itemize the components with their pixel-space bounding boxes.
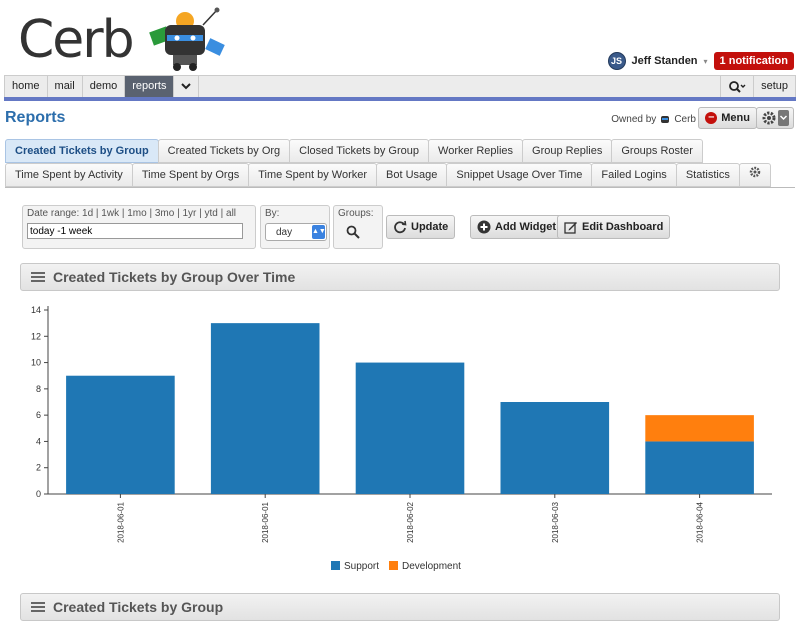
legend-swatch-support — [331, 561, 340, 570]
bar-support — [500, 402, 610, 494]
edit-pencil-icon — [564, 222, 577, 234]
date-range-filter: Date range: 1d | 1wk | 1mo | 3mo | 1yr |… — [22, 205, 256, 249]
edit-dashboard-button[interactable]: Edit Dashboard — [557, 215, 671, 239]
tab-time-spent-by-orgs[interactable]: Time Spent by Orgs — [131, 163, 250, 187]
tab-closed-tickets-by-group[interactable]: Closed Tickets by Group — [289, 139, 430, 163]
logo-text: Cerb — [18, 10, 135, 70]
nav-setup[interactable]: setup — [753, 76, 795, 97]
nav-mail[interactable]: mail — [48, 76, 83, 97]
by-label: By: — [265, 208, 280, 219]
table-widget-title: Created Tickets by Group — [53, 599, 224, 615]
page-title: Reports — [5, 109, 66, 126]
by-unit-select[interactable]: day ▲▼ — [265, 223, 327, 241]
main-navbar: home mail demo reports setup — [4, 75, 796, 97]
page-menu-button[interactable]: – Menu — [698, 107, 757, 129]
bar-support — [210, 323, 320, 494]
update-button-label: Update — [411, 221, 449, 233]
bar-support — [355, 362, 465, 494]
tab-time-spent-by-worker[interactable]: Time Spent by Worker — [248, 163, 378, 187]
add-widget-button[interactable]: Add Widget — [470, 215, 563, 239]
owned-by-label: Owned by — [611, 113, 657, 125]
y-tick-label: 12 — [31, 331, 41, 341]
select-arrows-icon: ▲▼ — [312, 225, 326, 239]
tab-failed-logins[interactable]: Failed Logins — [591, 163, 677, 187]
tickets-bar-chart: 0 2 4 6 8 10 12 14 2018-06-01 2018-06-01 2018-06-0… — [31, 305, 772, 572]
report-tabs-row-1: Created Tickets by Group Created Tickets… — [5, 139, 703, 163]
y-tick-label: 10 — [31, 358, 41, 368]
hamburger-menu-icon[interactable] — [31, 272, 45, 282]
page-settings-button[interactable] — [756, 107, 794, 129]
owner-avatar-icon — [661, 116, 670, 123]
cerb-logo: Cerb — [18, 6, 237, 74]
chart-widget-title: Created Tickets by Group Over Time — [53, 269, 296, 285]
gear-icon — [749, 166, 761, 178]
robot-mascot-icon — [148, 7, 225, 71]
x-tick-label: 2018-06-04 — [696, 501, 705, 542]
table-widget-header[interactable]: Created Tickets by Group — [20, 593, 780, 621]
by-unit-value: day — [276, 226, 293, 238]
gear-icon — [762, 110, 789, 126]
owner-name[interactable]: Cerb — [674, 114, 696, 125]
nav-more-chevron-icon[interactable] — [174, 76, 200, 97]
update-button[interactable]: Update — [386, 215, 456, 239]
tab-created-tickets-by-org[interactable]: Created Tickets by Org — [157, 139, 291, 163]
edit-dashboard-label: Edit Dashboard — [582, 221, 664, 233]
navbar-accent-line — [4, 97, 796, 101]
user-area: JS Jeff Standen ▾ 1 notification — [607, 52, 794, 70]
x-tick-label: 2018-06-01 — [116, 501, 125, 542]
plus-circle-icon — [477, 220, 491, 234]
tab-worker-replies[interactable]: Worker Replies — [428, 139, 524, 163]
legend-swatch-development — [389, 561, 398, 570]
bar-support — [645, 441, 754, 494]
y-tick-label: 4 — [36, 436, 41, 446]
y-tick-label: 14 — [31, 305, 41, 315]
add-widget-label: Add Widget — [495, 221, 556, 233]
user-menu-caret-icon[interactable]: ▾ — [704, 57, 708, 66]
refresh-icon — [394, 220, 407, 234]
chart-widget-header[interactable]: Created Tickets by Group Over Time — [20, 263, 780, 291]
user-name[interactable]: Jeff Standen — [632, 55, 698, 67]
hamburger-menu-icon[interactable] — [31, 602, 45, 612]
tab-statistics[interactable]: Statistics — [675, 163, 740, 187]
date-range-label[interactable]: Date range: 1d | 1wk | 1mo | 3mo | 1yr |… — [27, 208, 251, 219]
menu-minus-icon: – — [705, 112, 718, 124]
tabs-divider — [5, 187, 795, 188]
tab-created-tickets-by-group[interactable]: Created Tickets by Group — [5, 139, 159, 163]
groups-filter: Groups: — [333, 205, 383, 249]
menu-button-label: Menu — [721, 112, 750, 124]
bar-development — [645, 415, 754, 442]
x-tick-label: 2018-06-01 — [261, 501, 270, 542]
x-tick-label: 2018-06-03 — [551, 501, 560, 542]
date-range-input[interactable] — [27, 223, 243, 239]
tab-time-spent-by-activity[interactable]: Time Spent by Activity — [5, 163, 133, 187]
report-tabs-row-2: Time Spent by Activity Time Spent by Org… — [5, 163, 771, 187]
tab-groups-roster[interactable]: Groups Roster — [611, 139, 703, 163]
notification-badge[interactable]: 1 notification — [713, 52, 794, 70]
tab-group-replies[interactable]: Group Replies — [522, 139, 613, 163]
y-tick-label: 8 — [36, 384, 41, 394]
bar-support — [66, 375, 175, 494]
nav-home[interactable]: home — [5, 76, 48, 97]
search-icon[interactable] — [346, 225, 360, 239]
nav-demo[interactable]: demo — [83, 76, 126, 97]
legend-label-support: Support — [344, 561, 379, 572]
user-avatar[interactable]: JS — [607, 52, 626, 70]
groups-label: Groups: — [338, 208, 374, 219]
y-tick-label: 2 — [36, 463, 41, 473]
nav-reports[interactable]: reports — [125, 76, 175, 97]
tab-settings[interactable] — [738, 163, 771, 187]
legend-label-development: Development — [402, 561, 461, 572]
tab-snippet-usage-over-time[interactable]: Snippet Usage Over Time — [446, 163, 593, 187]
search-menu-button[interactable] — [720, 76, 753, 97]
tab-bot-usage[interactable]: Bot Usage — [376, 163, 448, 187]
search-icon — [729, 81, 746, 93]
by-unit-filter: By: day ▲▼ — [260, 205, 330, 249]
owner-info: Owned by Cerb — [611, 113, 696, 125]
y-tick-label: 6 — [36, 410, 41, 420]
x-tick-label: 2018-06-02 — [406, 501, 415, 542]
y-tick-label: 0 — [36, 489, 41, 499]
